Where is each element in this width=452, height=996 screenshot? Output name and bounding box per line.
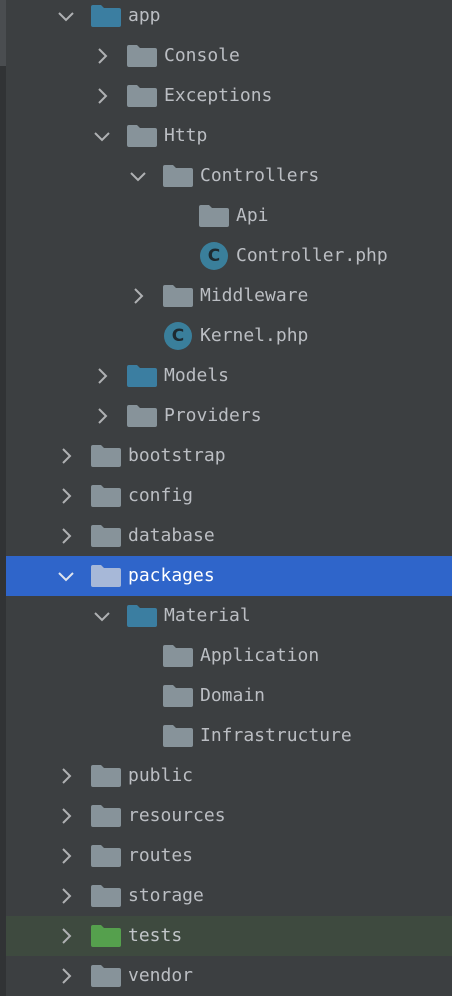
folder-icon <box>163 725 193 747</box>
chevron-right-icon[interactable] <box>56 486 76 506</box>
folder-icon <box>91 525 121 547</box>
chevron-right-icon[interactable] <box>56 846 76 866</box>
tree-row-label: Controllers <box>200 165 320 186</box>
tree-row-vendor[interactable]: vendor <box>6 956 452 996</box>
chevron-right-icon[interactable] <box>92 46 112 66</box>
chevron-right-icon[interactable] <box>92 406 112 426</box>
tree-row-material[interactable]: Material <box>6 596 452 636</box>
folder-icon <box>199 205 229 227</box>
tree-row-database[interactable]: database <box>6 516 452 556</box>
folder-icon <box>163 685 193 707</box>
tree-row-routes[interactable]: routes <box>6 836 452 876</box>
tree-row-controller-php[interactable]: C Controller.php <box>6 236 452 276</box>
folder-icon <box>127 605 157 627</box>
folder-icon <box>91 845 121 867</box>
chevron-right-icon[interactable] <box>56 926 76 946</box>
tree-row-label: Application <box>200 645 320 666</box>
tree-row-label: Console <box>164 45 240 66</box>
tree-row-label: app <box>128 5 161 26</box>
folder-icon <box>91 5 121 27</box>
tree-row-console[interactable]: Console <box>6 36 452 76</box>
tree-row-config[interactable]: config <box>6 476 452 516</box>
tree-row-bootstrap[interactable]: bootstrap <box>6 436 452 476</box>
tree-row-label: Http <box>164 125 208 146</box>
chevron-right-icon[interactable] <box>56 526 76 546</box>
chevron-right-icon[interactable] <box>56 966 76 986</box>
tree-row-label: packages <box>128 565 215 586</box>
tree-row-resources[interactable]: resources <box>6 796 452 836</box>
folder-icon <box>127 365 157 387</box>
class-icon: C <box>200 242 228 270</box>
tree-row-label: storage <box>128 885 204 906</box>
tree-row-infrastructure[interactable]: Infrastructure <box>6 716 452 756</box>
chevron-right-icon[interactable] <box>92 366 112 386</box>
folder-icon <box>91 805 121 827</box>
folder-icon <box>91 485 121 507</box>
chevron-down-icon[interactable] <box>92 606 112 626</box>
tree-row-http[interactable]: Http <box>6 116 452 156</box>
folder-icon <box>163 285 193 307</box>
test-folder-icon <box>91 925 121 947</box>
folder-icon <box>91 885 121 907</box>
tree-row-label: Infrastructure <box>200 725 352 746</box>
folder-icon <box>163 645 193 667</box>
tree-row-api[interactable]: Api <box>6 196 452 236</box>
chevron-down-icon[interactable] <box>56 566 76 586</box>
folder-icon <box>127 85 157 107</box>
folder-icon <box>127 45 157 67</box>
tree-row-label: Middleware <box>200 285 309 306</box>
tree-row-label: Exceptions <box>164 85 273 106</box>
tree-row-label: Models <box>164 365 230 386</box>
folder-icon <box>91 565 121 587</box>
tree-row-label: Providers <box>164 405 262 426</box>
chevron-right-icon[interactable] <box>56 886 76 906</box>
tree-row-providers[interactable]: Providers <box>6 396 452 436</box>
tree-row-domain[interactable]: Domain <box>6 676 452 716</box>
tree-row-label: public <box>128 765 194 786</box>
tree-row-packages[interactable]: packages <box>6 556 452 596</box>
tree-row-label: database <box>128 525 215 546</box>
chevron-right-icon[interactable] <box>92 86 112 106</box>
tree-row-application[interactable]: Application <box>6 636 452 676</box>
folder-icon <box>127 405 157 427</box>
tree-row-label: vendor <box>128 965 194 986</box>
chevron-right-icon[interactable] <box>56 766 76 786</box>
project-tree: app Console Exceptions Http Controllers … <box>0 0 452 996</box>
tree-row-label: routes <box>128 845 194 866</box>
tree-row-public[interactable]: public <box>6 756 452 796</box>
tree-row-label: tests <box>128 925 183 946</box>
folder-icon <box>127 125 157 147</box>
chevron-right-icon[interactable] <box>56 446 76 466</box>
tree-row-controllers[interactable]: Controllers <box>6 156 452 196</box>
tree-row-label: bootstrap <box>128 445 226 466</box>
tree-row-label: Kernel.php <box>200 325 309 346</box>
tree-row-middleware[interactable]: Middleware <box>6 276 452 316</box>
class-icon: C <box>164 322 192 350</box>
folder-icon <box>91 445 121 467</box>
tree-row-label: Api <box>236 205 269 226</box>
chevron-right-icon[interactable] <box>56 806 76 826</box>
tree-row-label: resources <box>128 805 226 826</box>
tree-row-app[interactable]: app <box>6 0 452 36</box>
tree-row-kernel-php[interactable]: C Kernel.php <box>6 316 452 356</box>
chevron-right-icon[interactable] <box>128 286 148 306</box>
folder-icon <box>163 165 193 187</box>
tree-row-models[interactable]: Models <box>6 356 452 396</box>
tree-row-tests[interactable]: tests <box>6 916 452 956</box>
tree-row-label: Domain <box>200 685 266 706</box>
tree-row-label: Material <box>164 605 251 626</box>
folder-icon <box>91 765 121 787</box>
chevron-down-icon[interactable] <box>92 126 112 146</box>
chevron-down-icon[interactable] <box>56 6 76 26</box>
tree-row-label: Controller.php <box>236 245 388 266</box>
tree-row-exceptions[interactable]: Exceptions <box>6 76 452 116</box>
tree-row-storage[interactable]: storage <box>6 876 452 916</box>
chevron-down-icon[interactable] <box>128 166 148 186</box>
folder-icon <box>91 965 121 987</box>
tree-row-label: config <box>128 485 194 506</box>
